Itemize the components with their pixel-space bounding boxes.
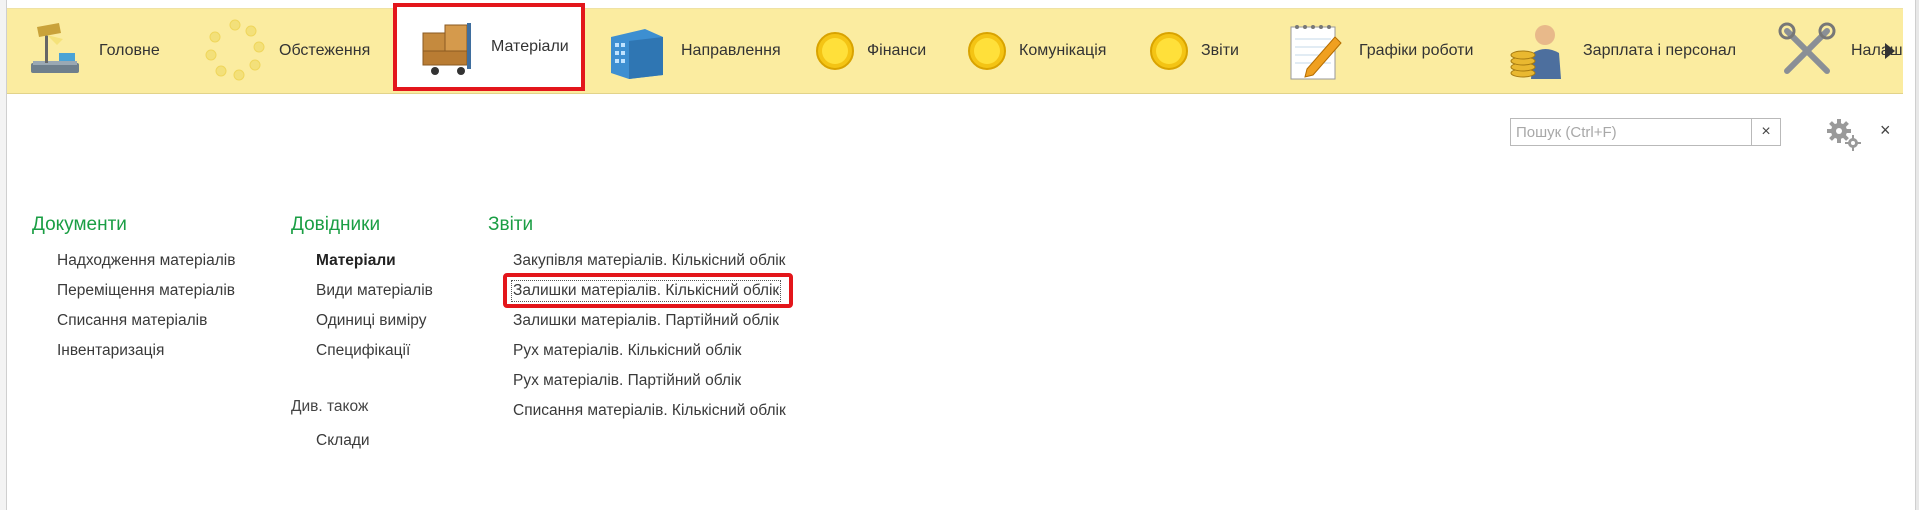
link-warehouses[interactable]: Склади [316, 432, 370, 450]
link-report-write-off-quantity[interactable]: Списання матеріалів. Кількісний облік [513, 402, 786, 420]
loading-spinner-icon [205, 19, 265, 81]
section-salary-staff[interactable]: Зарплата і персонал [1507, 9, 1736, 93]
section-work-schedules[interactable]: Графіки роботи [1283, 9, 1473, 93]
building-icon [611, 29, 663, 79]
scroll-right-icon[interactable] [1881, 39, 1899, 63]
close-button[interactable]: × [1880, 120, 1891, 141]
window-left-border [0, 0, 7, 510]
section-label: Комунікація [1019, 42, 1107, 59]
group-title-catalogs: Довідники [291, 214, 381, 235]
section-label: Головне [99, 42, 160, 59]
yellow-circle-icon [816, 32, 854, 70]
link-inventory[interactable]: Інвентаризація [57, 342, 164, 360]
group-title-reports: Звіти [488, 214, 534, 235]
search-field: × [1510, 118, 1781, 146]
link-report-movement-quantity[interactable]: Рух матеріалів. Кількісний облік [513, 342, 741, 360]
section-examination[interactable]: Обстеження [203, 9, 370, 93]
section-materials[interactable]: Матеріали [393, 3, 585, 91]
section-label: Графіки роботи [1359, 42, 1474, 59]
section-reports[interactable]: Звіти [1149, 9, 1239, 93]
link-units-of-measure[interactable]: Одиниці виміру [316, 312, 426, 330]
link-specifications[interactable]: Специфікації [316, 342, 410, 360]
gear-icon[interactable] [1825, 117, 1861, 151]
section-referrals[interactable]: Направлення [605, 9, 781, 93]
link-material-types[interactable]: Види матеріалів [316, 282, 433, 300]
worker-coins-icon [1510, 25, 1561, 79]
link-report-movement-batch[interactable]: Рух матеріалів. Партійний облік [513, 372, 741, 390]
link-transfer-of-materials[interactable]: Переміщення матеріалів [57, 282, 235, 300]
notepad-pencil-icon [1290, 25, 1342, 80]
tools-icon [1778, 22, 1836, 74]
section-label: Зарплата і персонал [1583, 42, 1737, 59]
section-label: Звіти [1201, 42, 1239, 59]
link-report-purchase-quantity[interactable]: Закупівля матеріалів. Кількісний облік [513, 252, 785, 270]
yellow-circle-icon [1150, 32, 1188, 70]
window-right-border [1915, 0, 1919, 510]
desk-lamp-icon [31, 23, 79, 73]
section-communication[interactable]: Комунікація [967, 9, 1106, 93]
link-report-balance-quantity[interactable]: Залишки матеріалів. Кількісний облік [510, 280, 782, 302]
section-finance[interactable]: Фінанси [815, 9, 926, 93]
link-receipt-of-materials[interactable]: Надходження матеріалів [57, 252, 235, 270]
group-title-documents: Документи [32, 214, 127, 235]
section-label: Обстеження [279, 42, 371, 59]
section-home[interactable]: Головне [23, 9, 160, 93]
link-materials-catalog[interactable]: Матеріали [316, 252, 396, 270]
see-also-label: Див. також [291, 398, 369, 415]
yellow-circle-icon [968, 32, 1006, 70]
link-report-balance-batch[interactable]: Залишки матеріалів. Партійний облік [513, 312, 779, 330]
search-clear-button[interactable]: × [1751, 119, 1780, 145]
sections-bar: Головне Обстеження Матеріали Направлення… [7, 3, 1903, 94]
section-label: Фінанси [867, 42, 927, 59]
boxes-cart-icon [422, 23, 471, 75]
link-write-off-of-materials[interactable]: Списання матеріалів [57, 312, 207, 330]
search-input[interactable] [1511, 119, 1751, 145]
section-label: Направлення [681, 42, 781, 59]
section-label: Матеріали [491, 38, 569, 55]
